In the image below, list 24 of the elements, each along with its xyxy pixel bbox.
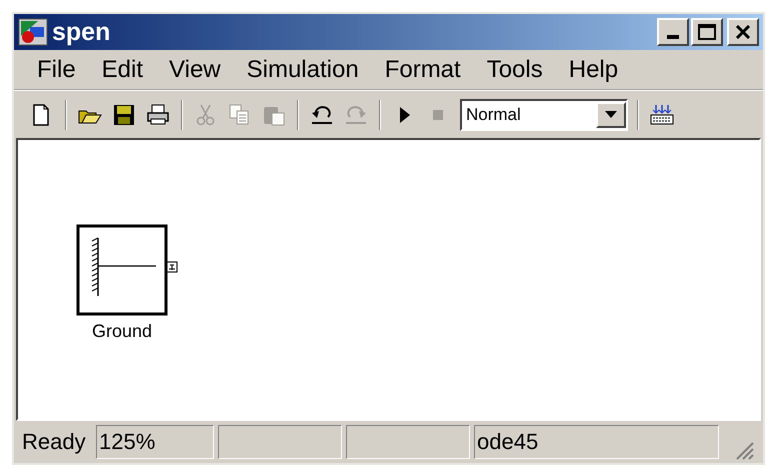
keyboard-icon	[650, 102, 674, 126]
status-panel: 125%	[96, 425, 214, 459]
menu-item[interactable]: Format	[372, 58, 474, 82]
window-title: spen	[52, 20, 110, 44]
minimize-icon	[667, 35, 679, 39]
maximize-button[interactable]	[691, 18, 723, 46]
close-button[interactable]	[727, 18, 759, 46]
maximize-icon	[698, 24, 716, 40]
menu-item[interactable]: Edit	[88, 58, 156, 82]
printer-icon	[146, 102, 170, 126]
close-icon	[735, 25, 751, 39]
minimize-button[interactable]	[657, 18, 689, 46]
dropdown-arrow-icon	[605, 111, 617, 118]
status-text: Ready	[22, 431, 87, 453]
app-icon	[18, 18, 48, 46]
menu-item[interactable]: File	[24, 58, 89, 82]
menu-item[interactable]: Simulation	[234, 58, 372, 82]
simulation-mode-dropdown[interactable]: Normal	[460, 98, 628, 130]
menu-item[interactable]: View	[156, 58, 234, 82]
status-panel: ode45	[474, 425, 719, 459]
menu-item[interactable]: Tools	[474, 58, 556, 82]
block-label: Ground	[92, 322, 152, 340]
ground-block[interactable]	[76, 224, 180, 318]
menu-item[interactable]: Help	[556, 58, 632, 82]
